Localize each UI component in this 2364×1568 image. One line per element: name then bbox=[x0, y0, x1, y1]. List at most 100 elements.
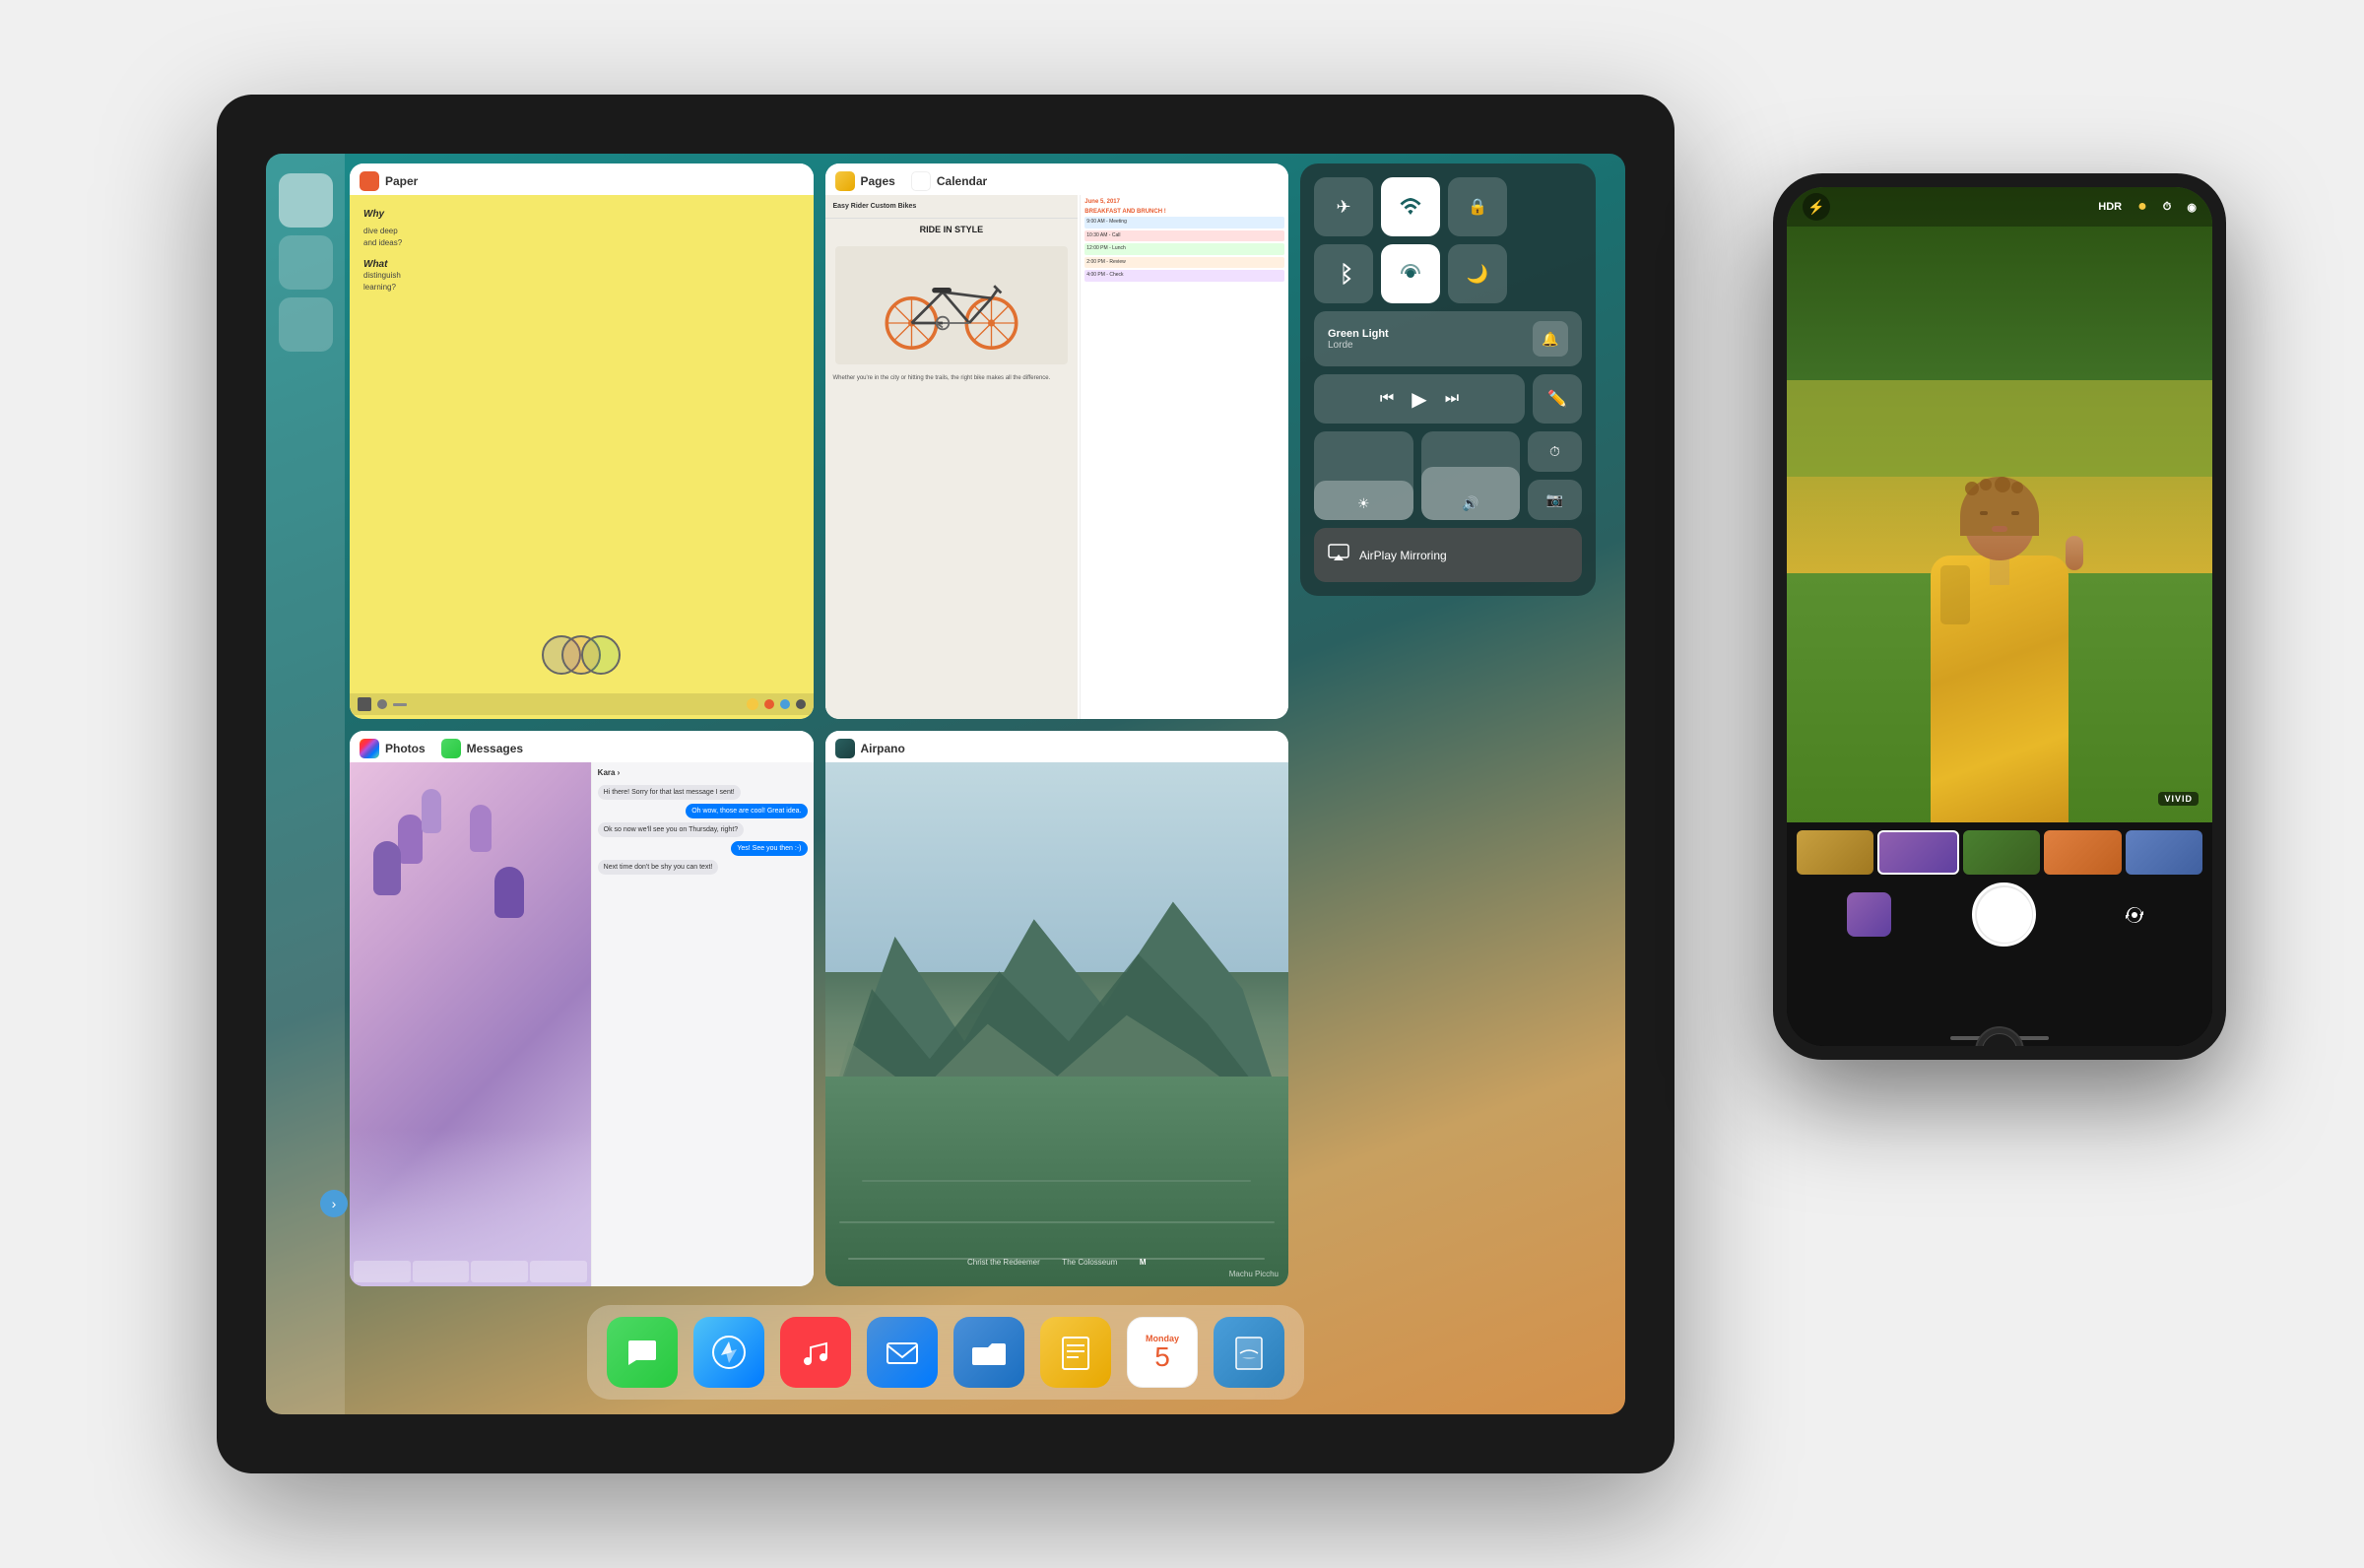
airpano-header: Airpano bbox=[825, 731, 1289, 762]
cc-wifi-btn[interactable] bbox=[1381, 177, 1440, 236]
cc-music-title: Green Light bbox=[1328, 328, 1523, 340]
iphone-camera-bottom bbox=[1787, 822, 2212, 1046]
dock-messages-icon[interactable] bbox=[607, 1317, 678, 1388]
pages-icon bbox=[835, 171, 855, 191]
bluetooth-icon bbox=[1334, 262, 1353, 286]
message-1: Hi there! Sorry for that last message I … bbox=[598, 785, 741, 800]
ipad-sidebar: › bbox=[266, 154, 345, 1414]
thumbnail-3[interactable] bbox=[1963, 830, 2040, 875]
iphone-hdr-btn[interactable]: HDR bbox=[2098, 201, 2122, 213]
cc-bell-btn[interactable]: 🔔 bbox=[1533, 321, 1568, 357]
vivid-badge: VIVID bbox=[2158, 792, 2199, 806]
photos-preview bbox=[350, 762, 591, 1286]
iphone-flip-camera-btn[interactable] bbox=[2117, 897, 2152, 933]
flip-camera-icon bbox=[2121, 901, 2148, 929]
calendar-app-name: Calendar bbox=[937, 174, 987, 188]
cc-brightness-slider[interactable]: ☀ bbox=[1314, 431, 1413, 520]
airpano-icon bbox=[835, 739, 855, 758]
control-center-panel: ✈ 🔒 bbox=[1300, 163, 1596, 596]
sidebar-icon-2 bbox=[279, 235, 333, 290]
airpano-card[interactable]: Airpano ✕ bbox=[825, 731, 1289, 1286]
thumbnail-2[interactable] bbox=[1877, 830, 1958, 875]
dock-mail-icon[interactable] bbox=[867, 1317, 938, 1388]
iphone-shutter-btn[interactable] bbox=[1972, 882, 2036, 947]
iphone-live-btn[interactable]: ● bbox=[2137, 198, 2147, 216]
wifi-icon bbox=[1399, 195, 1422, 219]
cc-airplane-btn[interactable]: ✈ bbox=[1314, 177, 1373, 236]
dock-mail-envelope bbox=[884, 1334, 921, 1371]
dock-safari-compass bbox=[710, 1334, 748, 1371]
dock-music-icon[interactable] bbox=[780, 1317, 851, 1388]
dock-travelbook-icon[interactable] bbox=[1214, 1317, 1284, 1388]
iphone-camera-controls bbox=[1787, 882, 2212, 947]
cc-music-artist: Lorde bbox=[1328, 340, 1523, 351]
pages-calendar-card[interactable]: Pages Calendar Easy Rider Custom Bikes R… bbox=[825, 163, 1289, 719]
iphone-camera-view: ⚡ HDR ● ⏱ ◉ bbox=[1787, 187, 2212, 831]
thumbnail-1[interactable] bbox=[1797, 830, 1873, 875]
scene: › Paper Why dive deep bbox=[98, 55, 2266, 1513]
cc-airplay-label: AirPlay Mirroring bbox=[1359, 549, 1447, 562]
cc-forward-btn[interactable]: ⏭ bbox=[1445, 390, 1459, 408]
dock-travelbook-icon-boat bbox=[1230, 1334, 1268, 1371]
cc-camera-icon-btn[interactable]: 📷 bbox=[1528, 480, 1582, 520]
cc-play-btn[interactable]: ▶ bbox=[1412, 387, 1426, 412]
iphone-device: ⚡ HDR ● ⏱ ◉ VIVID bbox=[1773, 173, 2226, 1060]
iphone-flash-btn[interactable]: ⚡ bbox=[1803, 193, 1830, 221]
volume-icon: 🔊 bbox=[1462, 495, 1478, 512]
cc-brightness-volume-row: ☀ 🔊 ⏱ 📷 bbox=[1314, 431, 1582, 520]
iphone-screen: ⚡ HDR ● ⏱ ◉ VIVID bbox=[1787, 187, 2212, 1046]
iphone-camera-top-bar: ⚡ HDR ● ⏱ ◉ bbox=[1787, 187, 2212, 227]
person-head bbox=[1965, 482, 2034, 560]
flash-icon: ⚡ bbox=[1807, 199, 1824, 216]
iphone-timer-btn[interactable]: ⏱ bbox=[2163, 201, 2172, 214]
dock-files-folder bbox=[970, 1334, 1008, 1371]
paper-app-header: Paper bbox=[350, 163, 814, 195]
paper-app-content: Why dive deep and ideas? What distinguis… bbox=[350, 195, 814, 719]
photos-icon bbox=[360, 739, 379, 758]
cc-airdrop-btn[interactable] bbox=[1381, 244, 1440, 303]
airpano-location-label: Christ the Redeemer The Colosseum M bbox=[967, 1257, 1147, 1267]
thumbnail-4[interactable] bbox=[2044, 830, 2121, 875]
airplay-icon bbox=[1328, 544, 1349, 566]
dock-calendar-icon[interactable]: Monday 5 bbox=[1127, 1317, 1198, 1388]
cc-airplay-button[interactable]: AirPlay Mirroring bbox=[1314, 528, 1582, 582]
pages-preview: Easy Rider Custom Bikes RIDE IN STYLE bbox=[825, 195, 1079, 719]
paper-sketch-bg: Why dive deep and ideas? What distinguis… bbox=[350, 195, 814, 719]
dock-calendar-date: 5 bbox=[1154, 1343, 1170, 1371]
pages-app-name: Pages bbox=[861, 174, 895, 188]
dock-pages-document bbox=[1057, 1334, 1094, 1371]
machu-picchu-label: Machu Picchu bbox=[1229, 1270, 1279, 1278]
cc-rewind-btn[interactable]: ⏮ bbox=[1380, 390, 1394, 408]
pages-calendar-content: Easy Rider Custom Bikes RIDE IN STYLE bbox=[825, 195, 1289, 719]
photos-messages-content: Kara › Hi there! Sorry for that last mes… bbox=[350, 762, 814, 1286]
ipad-dock: Monday 5 bbox=[587, 1305, 1304, 1400]
paper-app-card[interactable]: Paper Why dive deep and ideas? What bbox=[350, 163, 814, 719]
cc-moon-btn[interactable]: 🌙 bbox=[1448, 244, 1507, 303]
cc-volume-slider[interactable]: 🔊 bbox=[1421, 431, 1521, 520]
dock-messages-bubble bbox=[623, 1333, 662, 1372]
ipad-device: › Paper Why dive deep bbox=[217, 95, 1674, 1473]
cc-bluetooth-btn[interactable] bbox=[1314, 244, 1373, 303]
message-2: Oh wow, those are cool! Great idea. bbox=[686, 804, 807, 818]
dock-safari-icon[interactable] bbox=[693, 1317, 764, 1388]
cc-playback-row: ⏮ ▶ ⏭ ✏️ bbox=[1314, 374, 1582, 424]
sidebar-expand-arrow[interactable]: › bbox=[320, 1190, 348, 1217]
paper-app-name: Paper bbox=[385, 174, 418, 188]
photos-messages-card[interactable]: Photos Messages bbox=[350, 731, 814, 1286]
cc-lock-btn[interactable]: 🔒 bbox=[1448, 177, 1507, 236]
sidebar-icon-3 bbox=[279, 297, 333, 352]
iphone-library-btn[interactable] bbox=[1847, 892, 1891, 937]
cc-edit-btn[interactable]: ✏️ bbox=[1533, 374, 1582, 424]
yellow-coat bbox=[1931, 555, 2068, 831]
message-4: Yes! See you then :-) bbox=[731, 841, 807, 856]
messages-app-name: Messages bbox=[467, 742, 523, 755]
iphone-filter-btn[interactable]: ◉ bbox=[2187, 201, 2197, 214]
dock-pages-icon[interactable] bbox=[1040, 1317, 1111, 1388]
cc-timer-icon-btn[interactable]: ⏱ bbox=[1528, 431, 1582, 472]
photos-app-name: Photos bbox=[385, 742, 426, 755]
thumbnail-5[interactable] bbox=[2126, 830, 2202, 875]
airdrop-icon bbox=[1399, 262, 1422, 286]
person-figure bbox=[1931, 555, 2068, 831]
paper-icon bbox=[360, 171, 379, 191]
dock-files-icon[interactable] bbox=[953, 1317, 1024, 1388]
